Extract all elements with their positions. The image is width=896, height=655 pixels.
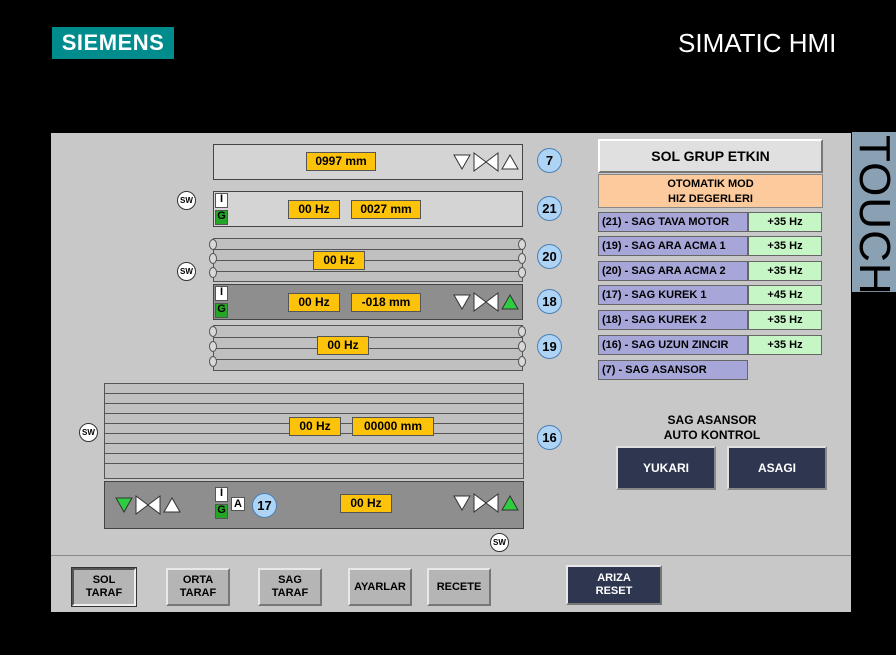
sw-icon[interactable]: SW <box>177 262 196 281</box>
speed-value-17[interactable]: +45 Hz <box>748 285 822 305</box>
nav-middle-side-button[interactable]: ORTA TARAF <box>166 568 230 606</box>
elevator-down-button[interactable]: ASAGI <box>727 446 827 490</box>
speed-label-20: (20) - SAG ARA ACMA 2 <box>598 261 748 281</box>
speed-value-16[interactable]: +35 Hz <box>748 335 822 355</box>
speed-label-21: (21) - SAG TAVA MOTOR <box>598 212 748 232</box>
sw-icon[interactable]: SW <box>79 423 98 442</box>
fault-reset-button[interactable]: ARIZA RESET <box>566 565 662 605</box>
line-17-left-valve-icon[interactable] <box>114 494 184 516</box>
nav-recipe-button[interactable]: RECETE <box>427 568 491 606</box>
speed-value-20[interactable]: +35 Hz <box>748 261 822 281</box>
line-17-auto-indicator: A <box>231 497 245 511</box>
line-17-number: 17 <box>252 493 277 518</box>
speed-value-18[interactable]: +35 Hz <box>748 310 822 330</box>
line-18-position: -018 mm <box>351 293 421 312</box>
line-16-number: 16 <box>537 425 562 450</box>
line-16-frequency: 00 Hz <box>289 417 341 436</box>
line-18-frequency: 00 Hz <box>288 293 340 312</box>
touch-label: TOUCH <box>852 132 896 292</box>
speed-label-16: (16) - SAG UZUN ZINCIR <box>598 335 748 355</box>
line-19-frequency: 00 Hz <box>317 336 369 355</box>
nav-divider <box>51 555 851 556</box>
elevator-control-title: SAG ASANSOR AUTO KONTROL <box>663 413 761 442</box>
speed-label-18: (18) - SAG KUREK 2 <box>598 310 748 330</box>
sw-icon[interactable]: SW <box>177 191 196 210</box>
elevator-up-button[interactable]: YUKARI <box>616 446 716 490</box>
line-21-number: 21 <box>537 196 562 221</box>
auto-mode-header: OTOMATIK MOD HIZ DEGERLERI <box>598 174 823 208</box>
product-title: SIMATIC HMI <box>678 28 837 58</box>
speed-label-17: (17) - SAG KUREK 1 <box>598 285 748 305</box>
speed-value-21[interactable]: +35 Hz <box>748 212 822 232</box>
group-status-button[interactable]: SOL GRUP ETKIN <box>598 139 823 173</box>
speed-value-19[interactable]: +35 Hz <box>748 236 822 256</box>
nav-right-side-button[interactable]: SAG TARAF <box>258 568 322 606</box>
line-21-position: 0027 mm <box>351 200 421 219</box>
line-17-frequency: 00 Hz <box>340 494 392 513</box>
line-21-status: IG <box>215 193 228 225</box>
line-20-frequency: 00 Hz <box>313 251 365 270</box>
nav-left-side-button[interactable]: SOL TARAF <box>71 567 137 607</box>
sw-icon[interactable]: SW <box>490 533 509 552</box>
line-18-status: IG <box>215 286 228 318</box>
line-19-number: 19 <box>537 334 562 359</box>
line-7-valve-icon[interactable] <box>452 151 522 173</box>
line-7-number: 7 <box>537 148 562 173</box>
line-20-number: 20 <box>537 244 562 269</box>
speed-label-19: (19) - SAG ARA ACMA 1 <box>598 236 748 256</box>
line-17-right-valve-icon[interactable] <box>452 492 522 514</box>
speed-label-7: (7) - SAG ASANSOR <box>598 360 748 380</box>
siemens-logo: SIEMENS <box>52 27 174 59</box>
line-18-valve-icon[interactable] <box>452 291 522 313</box>
line-18-number: 18 <box>537 289 562 314</box>
line-21-frequency: 00 Hz <box>288 200 340 219</box>
line-16-position: 00000 mm <box>352 417 434 436</box>
nav-settings-button[interactable]: AYARLAR <box>348 568 412 606</box>
line-17-status: IG <box>215 487 228 519</box>
line-20-conveyor <box>213 238 523 282</box>
line-7-position: 0997 mm <box>306 152 376 171</box>
